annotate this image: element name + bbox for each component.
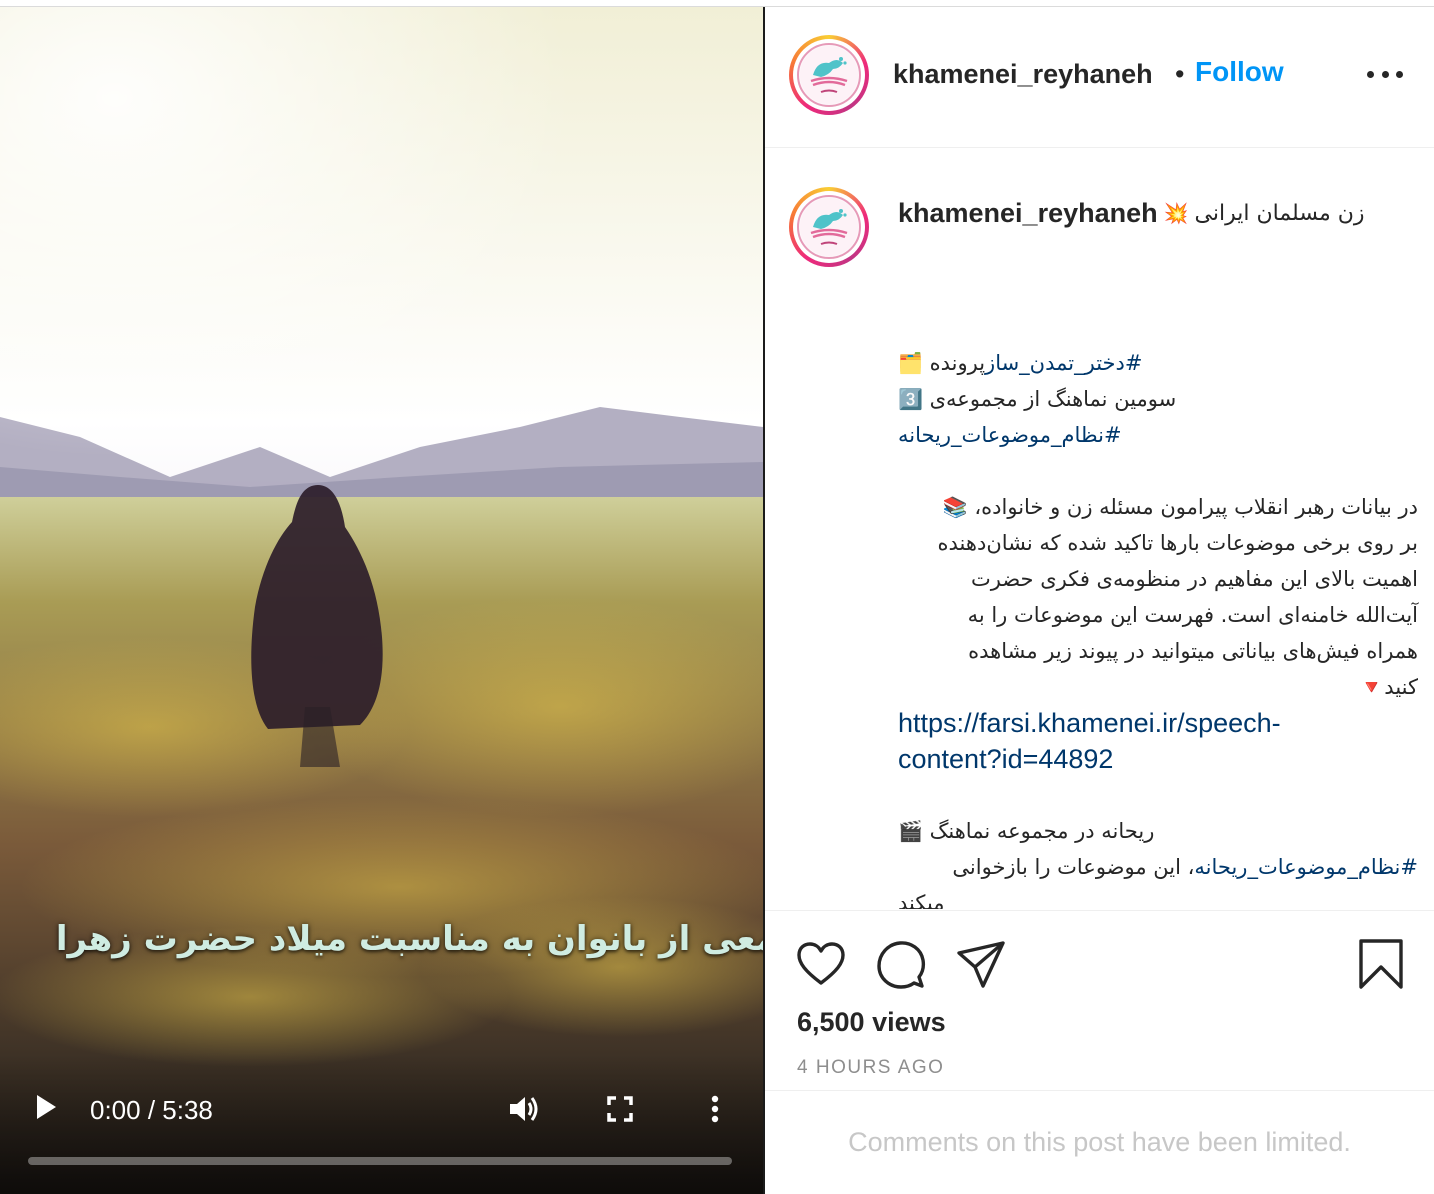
caption-section: khamenei_reyhaneh 💥 زن مسلمان ایرانی 🗂️ … (765, 149, 1434, 909)
more-dot-icon (1396, 70, 1403, 78)
caption-text: اهمیت بالای این مفاهیم در منظومه‌ی فکری … (970, 567, 1418, 591)
post-header: khamenei_reyhaneh • Follow (765, 7, 1434, 148)
post-timestamp[interactable]: 4 HOURS AGO (797, 1057, 944, 1079)
caption-text: بر روی برخی موضوعات بارها تاکید شده که ن… (937, 531, 1418, 555)
header-username[interactable]: khamenei_reyhaneh (893, 59, 1153, 90)
caption-text: همراه فیش‌های بیاناتی میتوانید در پیوند … (968, 639, 1418, 663)
caption-body: 🗂️ #دختر_تمدن_سازپرونده 3️⃣ سومین نماهنگ… (898, 345, 1418, 909)
post-actions: 6,500 views 4 HOURS AGO (765, 910, 1434, 1090)
video-seek-bar[interactable] (28, 1157, 732, 1165)
caption-avatar[interactable] (789, 187, 869, 267)
speech-link[interactable]: https://farsi.khamenei.ir/speech- conten… (898, 705, 1418, 777)
file-box-emoji: 🗂️ (898, 351, 923, 375)
more-dot-icon (1381, 70, 1389, 78)
share-button[interactable] (955, 939, 1007, 991)
caption-text: میکند (898, 891, 945, 909)
like-button[interactable] (795, 939, 847, 991)
link-line[interactable]: https://farsi.khamenei.ir/speech- (898, 705, 1418, 741)
reyhaneh-logo-icon (797, 195, 861, 259)
video-time-display: 0:00 / 5:38 (90, 1095, 213, 1125)
reyhaneh-logo-icon (797, 43, 861, 107)
paper-plane-icon (957, 941, 1005, 988)
keycap-three-emoji: 3️⃣ (898, 387, 923, 411)
avatar[interactable] (789, 35, 869, 115)
more-dot-icon (1367, 70, 1374, 78)
fullscreen-button[interactable] (600, 1087, 640, 1131)
hashtag-link[interactable]: #نظام_موضوعات_ریحانه (898, 423, 1122, 447)
caption-text: کنید (1384, 675, 1418, 699)
caption-line: #نظام_موضوعات_ریحانه (898, 417, 1418, 453)
volume-button[interactable] (500, 1085, 548, 1133)
fullscreen-icon (607, 1096, 633, 1122)
more-vertical-icon (711, 1095, 719, 1123)
bookmark-icon (1359, 939, 1403, 989)
comment-icon (877, 941, 926, 989)
clapper-board-emoji: 🎬 (898, 819, 923, 843)
caption-line: #نظام_موضوعات_ریحانه، این موضوعات را باز… (898, 849, 1418, 885)
link-line[interactable]: content?id=44892 (898, 741, 1418, 777)
collision-emoji: 💥 (1163, 203, 1189, 225)
more-options-button[interactable] (1367, 62, 1403, 86)
video-caption-overlay: جمعی از بانوان به مناسبت میلاد حضرت زهرا (55, 919, 763, 959)
caption-text: آیت‌الله خامنه‌ای است. فهرست این موضوعات… (967, 603, 1418, 627)
caption-line: میکند (898, 885, 1418, 909)
caption-text: ریحانه در مجموعه نماهنگ (929, 819, 1155, 843)
comments-limited-notice: Comments on this post have been limited. (848, 1127, 1351, 1157)
video-player[interactable]: جمعی از بانوان به مناسبت میلاد حضرت زهرا… (0, 7, 763, 1194)
comments-section: Comments on this post have been limited. (765, 1090, 1434, 1194)
caption-paragraph: در بیانات رهبر انقلاب پیرامون مسئله زن و… (898, 489, 1418, 705)
follow-button[interactable]: Follow (1195, 56, 1284, 88)
caption-username[interactable]: khamenei_reyhaneh (898, 198, 1158, 229)
save-button[interactable] (1355, 939, 1407, 991)
caption-text: سومین نماهنگ از مجموعه‌ی (929, 387, 1177, 411)
caption-text: ، این موضوعات را بازخوانی (952, 855, 1195, 879)
caption-line: 🎬 ریحانه در مجموعه نماهنگ (898, 813, 1418, 849)
hashtag-link[interactable]: #نظام_موضوعات_ریحانه (1194, 855, 1418, 879)
caption-line: 3️⃣ سومین نماهنگ از مجموعه‌ی (898, 381, 1418, 417)
caption-text: در بیانات رهبر انقلاب پیرامون مسئله زن و… (974, 495, 1418, 519)
caption-first-line: زن مسلمان ایرانی (1194, 201, 1365, 226)
top-border (0, 0, 1434, 7)
comment-button[interactable] (875, 939, 927, 991)
post-side-panel: khamenei_reyhaneh • Follow khamenei_reyh… (765, 7, 1434, 1194)
views-count[interactable]: 6,500 views (797, 1007, 946, 1038)
play-icon (37, 1095, 56, 1119)
books-emoji: 📚 (942, 495, 968, 519)
volume-icon (510, 1097, 538, 1121)
play-button[interactable] (26, 1087, 66, 1127)
heart-icon (797, 942, 845, 985)
instagram-post-window: جمعی از بانوان به مناسبت میلاد حضرت زهرا… (0, 0, 1434, 1194)
caption-line: 🗂️ #دختر_تمدن_سازپرونده (898, 345, 1418, 381)
video-frame (0, 7, 763, 1194)
caption-header: khamenei_reyhaneh 💥 زن مسلمان ایرانی (898, 198, 1418, 229)
video-more-options-button[interactable] (700, 1087, 730, 1131)
red-triangle-emoji: 🔻 (1359, 675, 1385, 699)
caption-text: پرونده (929, 351, 986, 375)
hashtag-link[interactable]: #دختر_تمدن_ساز (985, 351, 1142, 375)
header-separator: • (1175, 59, 1185, 89)
